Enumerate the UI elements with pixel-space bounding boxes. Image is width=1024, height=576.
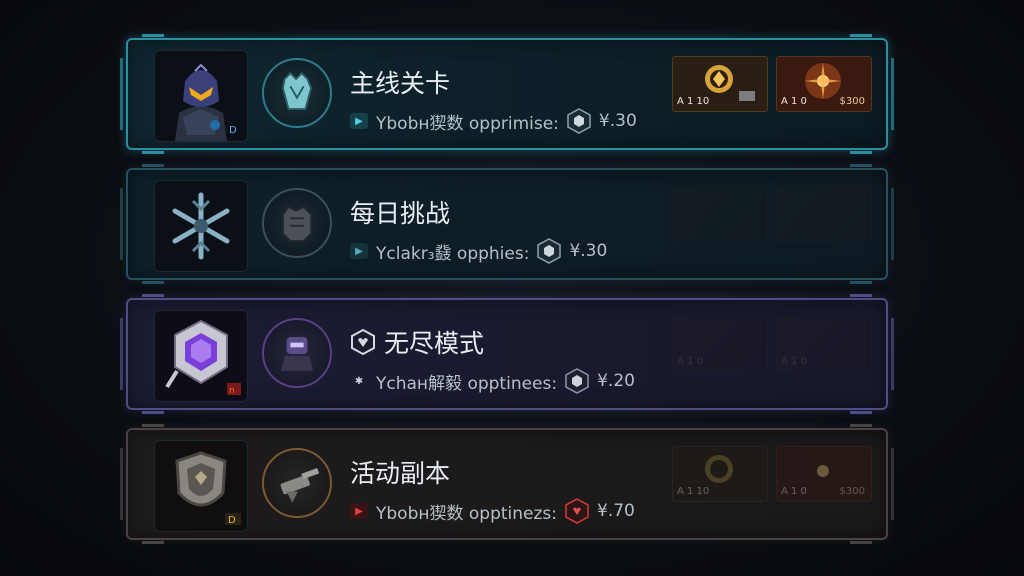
mode-subtitle-row: ▶ Yclakr₃鼗 opphies: ¥.30 <box>350 238 607 264</box>
mode-title: 主线关卡 <box>350 69 451 98</box>
reward-thumb: A 1 0 <box>672 316 768 372</box>
reward-thumb[interactable]: A 1 0 $300 <box>776 56 872 112</box>
play-tag-icon: ▶ <box>350 113 368 129</box>
robot-head-icon <box>262 318 332 388</box>
mode-subtitle-row: ▶ Ybobн猰数 opptinezs: ¥.70 <box>350 498 635 524</box>
reward-thumb <box>672 186 768 242</box>
mode-value: ¥.70 <box>597 501 635 521</box>
reward-thumb: A 1 10 <box>672 446 768 502</box>
snowflake-emblem-icon <box>154 180 248 272</box>
reward-thumb[interactable]: A 1 10 <box>672 56 768 112</box>
reward-thumb-label: A 1 0 <box>781 486 807 497</box>
shield-heart-icon <box>351 328 375 356</box>
hero-portrait: D <box>154 50 248 142</box>
reward-thumb-price: $300 <box>839 486 865 497</box>
reward-thumbnails: A 1 10 A 1 0 $300 <box>672 446 872 502</box>
hex-badge-icon <box>565 368 589 394</box>
mode-subtitle-row: ▶ Ybobн猰数 opprimise: ¥.30 <box>350 108 637 134</box>
reward-thumb-price: $300 <box>839 96 865 107</box>
mode-card-endless[interactable]: n 无尽模式 ✱ Ychaн解毅 opptinees: ¥.20 A 1 0 A… <box>120 294 894 414</box>
play-tag-icon: ▶ <box>350 503 368 519</box>
reward-thumb-label: A 1 0 <box>781 356 807 367</box>
reward-thumb <box>776 186 872 242</box>
svg-text:D: D <box>229 125 237 136</box>
mode-subtitle-row: ✱ Ychaн解毅 opptinees: ¥.20 <box>350 368 635 394</box>
reward-thumbnails <box>672 186 872 242</box>
stone-shield-icon: D <box>154 440 248 532</box>
mode-title: 活动副本 <box>350 459 451 488</box>
gatling-gun-icon <box>262 448 332 518</box>
reward-thumb: A 1 0 <box>776 316 872 372</box>
svg-text:D: D <box>228 515 236 526</box>
mode-value: ¥.20 <box>597 371 635 391</box>
play-tag-icon: ▶ <box>350 243 368 259</box>
mode-card-main-stage[interactable]: D 主线关卡 ▶ Ybobн猰数 opprimise: ¥.30 A 1 10 … <box>120 34 894 154</box>
asterisk-tag-icon: ✱ <box>354 375 364 387</box>
reward-thumb-label: A 1 10 <box>677 96 710 107</box>
reward-thumb-label: A 1 10 <box>677 486 710 497</box>
hex-badge-icon <box>565 498 589 524</box>
mode-card-event-dungeon[interactable]: D 活动副本 ▶ Ybobн猰数 opptinezs: ¥.70 A 1 10 <box>120 424 894 544</box>
gauntlet-icon <box>262 188 332 258</box>
mode-card-daily-challenge[interactable]: 每日挑战 ▶ Yclakr₃鼗 opphies: ¥.30 <box>120 164 894 284</box>
crystal-shield-icon: n <box>154 310 248 402</box>
svg-text:n: n <box>229 386 235 396</box>
mode-subtitle: Ybobн猰数 opptinezs: <box>376 503 557 524</box>
mode-subtitle: Ychaн解毅 opptinees: <box>376 373 558 394</box>
reward-thumb-label: A 1 0 <box>781 96 807 107</box>
mode-value: ¥.30 <box>569 241 608 261</box>
hex-badge-icon <box>567 108 591 134</box>
mode-value: ¥.30 <box>598 111 637 131</box>
reward-thumb: A 1 0 $300 <box>776 446 872 502</box>
mode-title: 每日挑战 <box>350 199 451 228</box>
reward-thumbnails: A 1 10 A 1 0 $300 <box>672 56 872 112</box>
reward-thumb-label: A 1 0 <box>677 356 703 367</box>
mode-subtitle: Yclakr₃鼗 opphies: <box>376 243 530 264</box>
mode-subtitle: Ybobн猰数 opprimise: <box>376 113 559 134</box>
glove-icon <box>262 58 332 128</box>
reward-thumbnails: A 1 0 A 1 0 <box>672 316 872 372</box>
hex-badge-icon <box>537 238 562 264</box>
mode-title: 无尽模式 <box>350 324 484 360</box>
